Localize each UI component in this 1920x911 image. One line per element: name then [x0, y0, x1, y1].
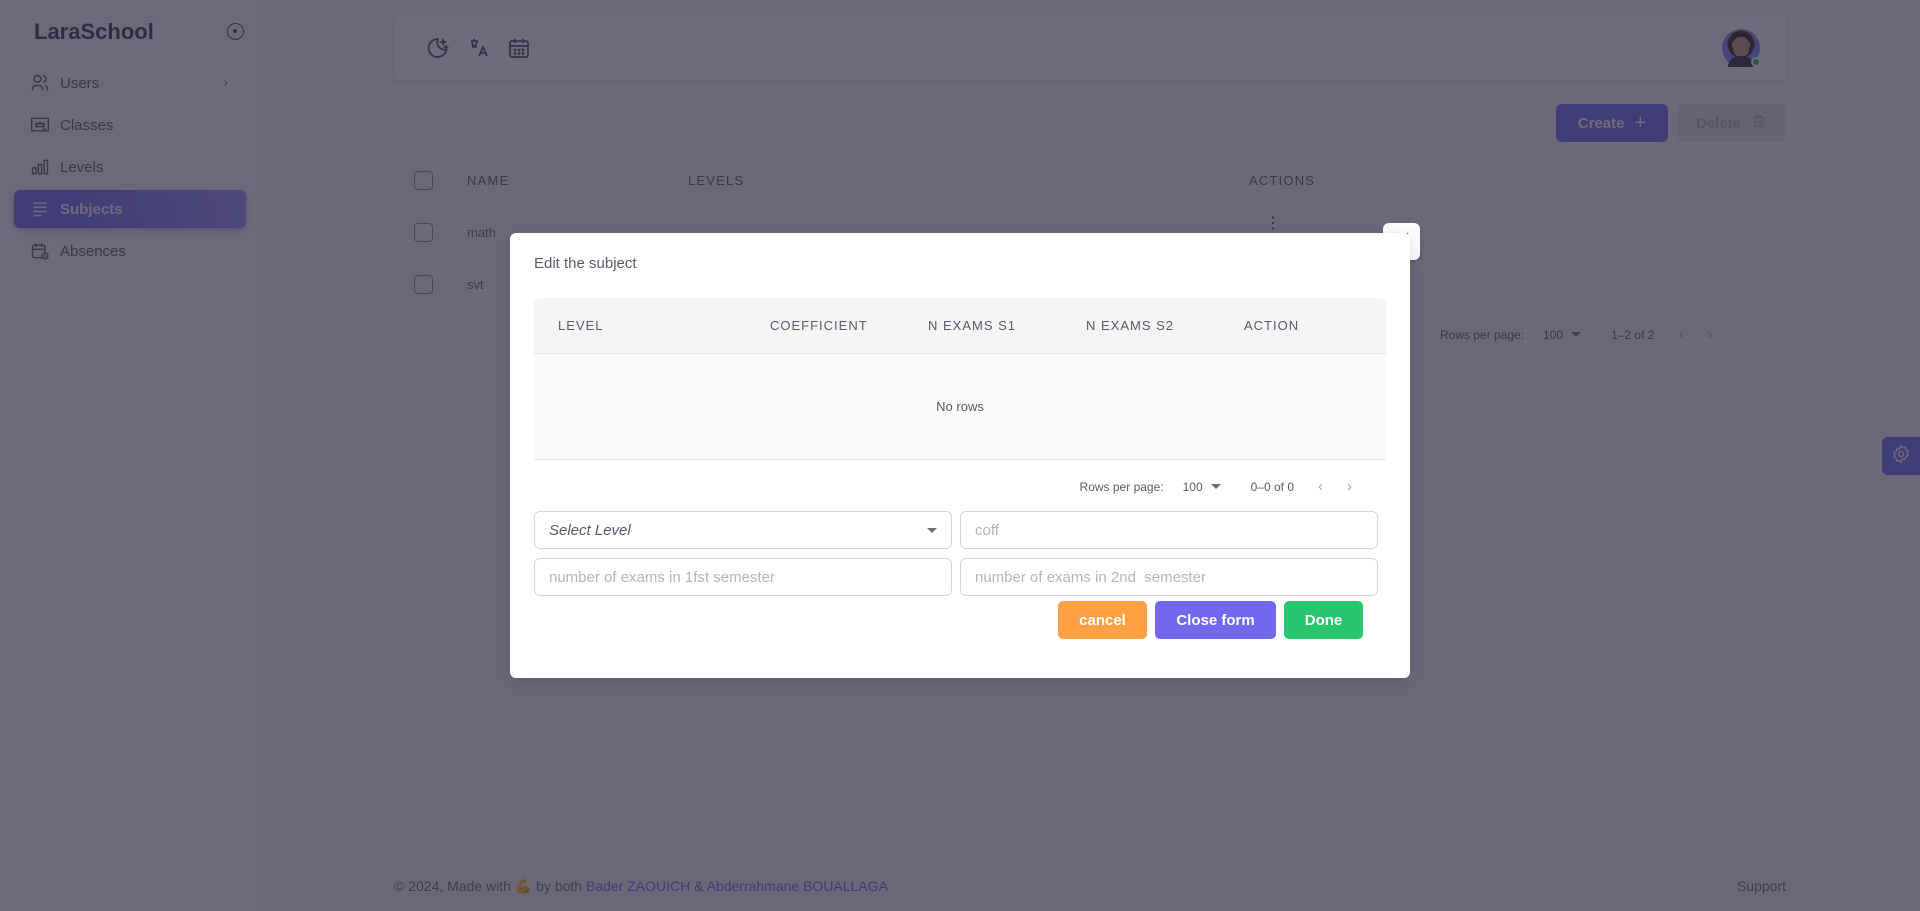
next-page-icon[interactable]: › [1347, 478, 1352, 495]
levels-grid: LEVEL COEFFICIENT N EXAMS S1 N EXAMS S2 … [534, 298, 1386, 523]
no-rows-text: No rows [936, 399, 984, 414]
cancel-button[interactable]: cancel [1058, 601, 1147, 639]
grid-pagination: Rows per page: 100 0–0 of 0 ‹ › [1080, 478, 1352, 495]
exams-s2-input[interactable] [975, 559, 1377, 595]
select-level-placeholder: Select Level [549, 521, 631, 539]
caret-down-icon [927, 528, 937, 533]
done-button[interactable]: Done [1284, 601, 1363, 639]
rows-per-page-select[interactable]: 100 [1183, 480, 1221, 494]
caret-down-icon [1210, 484, 1221, 489]
rows-per-page-value: 100 [1182, 479, 1203, 494]
column-header-exams-s1[interactable]: N EXAMS S1 [928, 318, 1016, 333]
prev-page-icon[interactable]: ‹ [1318, 478, 1323, 495]
coff-input[interactable] [975, 512, 1377, 548]
exams-s1-input[interactable] [549, 559, 951, 595]
exams-s2-field[interactable] [960, 558, 1378, 596]
exams-s1-field[interactable] [534, 558, 952, 596]
rows-per-page-label: Rows per page: [1079, 479, 1164, 494]
modal-title: Edit the subject [534, 255, 637, 272]
select-level-dropdown[interactable]: Select Level [534, 511, 952, 549]
column-header-coefficient[interactable]: COEFFICIENT [770, 318, 868, 333]
edit-subject-modal: Edit the subject LEVEL COEFFICIENT N EXA… [510, 233, 1410, 678]
coff-field[interactable] [960, 511, 1378, 549]
grid-empty-state: No rows [534, 354, 1386, 460]
column-header-action: ACTION [1244, 318, 1300, 333]
column-header-exams-s2[interactable]: N EXAMS S2 [1086, 318, 1174, 333]
close-form-button[interactable]: Close form [1155, 601, 1276, 639]
page-range: 0–0 of 0 [1250, 479, 1294, 494]
grid-header: LEVEL COEFFICIENT N EXAMS S1 N EXAMS S2 … [534, 298, 1386, 354]
column-header-level[interactable]: LEVEL [558, 318, 603, 333]
